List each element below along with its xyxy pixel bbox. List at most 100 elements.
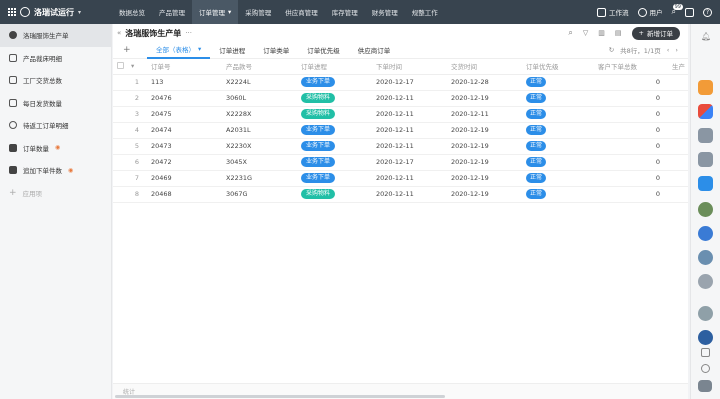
order-date-cell[interactable]: 2020-12-11: [372, 138, 447, 155]
table-row[interactable]: 7 20469 X2231G 业务下单 2020-12-11 2020-12-19 正常 0: [113, 170, 688, 187]
user-button[interactable]: 用户: [637, 7, 663, 17]
search-icon[interactable]: ⌕: [568, 28, 572, 38]
sidebar-item-daily-shipping[interactable]: 每日发货数量: [0, 92, 111, 115]
due-date-cell[interactable]: 2020-12-19: [447, 154, 522, 171]
priority-cell[interactable]: 正常: [522, 138, 594, 155]
order-date-cell[interactable]: 2020-12-11: [372, 186, 447, 203]
production-cell[interactable]: [668, 170, 688, 187]
order-date-cell[interactable]: 2020-12-11: [372, 90, 447, 107]
notification-icon[interactable]: [685, 7, 694, 17]
table-row[interactable]: 1 113 X2224L 业务下单 2020-12-17 2020-12-28 正常 0: [113, 74, 688, 91]
total-cell[interactable]: 0: [594, 138, 668, 155]
sidebar-item-production-order[interactable]: 洛瑞服饰生产单: [0, 24, 111, 47]
table-row[interactable]: 6 20472 3045X 业务下单 2020-12-17 2020-12-19 正常 0: [113, 154, 688, 171]
production-cell[interactable]: [668, 138, 688, 155]
due-date-cell[interactable]: 2020-12-11: [447, 106, 522, 123]
status-cell[interactable]: 采购物料: [297, 106, 372, 123]
sku-cell[interactable]: X2228X: [222, 106, 297, 123]
tab-supplier-orders[interactable]: 供应商订单: [349, 42, 400, 59]
row-select-cell[interactable]: [113, 90, 127, 107]
row-select-cell[interactable]: [113, 186, 127, 203]
table-row[interactable]: 8 20468 3067G 采购物料 2020-12-11 2020-12-19 正常 0: [113, 186, 688, 203]
tab-all-table[interactable]: 全部（表格） ▾: [147, 42, 211, 59]
order-number-cell[interactable]: 20474: [147, 122, 222, 139]
nav-item-finance[interactable]: 财务管理: [365, 0, 405, 24]
status-cell[interactable]: 业务下单: [297, 154, 372, 171]
row-select-cell[interactable]: [113, 138, 127, 155]
col-header-total[interactable]: 客户下单总数: [594, 59, 668, 75]
order-number-cell[interactable]: 20476: [147, 90, 222, 107]
total-cell[interactable]: 0: [594, 170, 668, 187]
total-cell[interactable]: 0: [594, 106, 668, 123]
order-date-cell[interactable]: 2020-12-17: [372, 154, 447, 171]
sidebar-item-add-app[interactable]: + 应用项: [0, 182, 111, 205]
bell-icon[interactable]: 🔔︎: [701, 32, 711, 41]
total-cell[interactable]: 0: [594, 186, 668, 203]
add-view-icon[interactable]: +: [123, 45, 147, 55]
production-cell[interactable]: [668, 122, 688, 139]
col-header-sku[interactable]: 产品款号: [222, 59, 297, 75]
status-cell[interactable]: 业务下单: [297, 122, 372, 139]
chat-toggle-icon[interactable]: [698, 380, 712, 392]
row-select-cell[interactable]: [113, 106, 127, 123]
status-cell[interactable]: 采购物料: [297, 186, 372, 203]
app-launcher-orange[interactable]: [698, 80, 713, 95]
avatar[interactable]: [698, 274, 713, 289]
avatar[interactable]: [698, 226, 713, 241]
order-date-cell[interactable]: 2020-12-11: [372, 106, 447, 123]
status-cell[interactable]: 业务下单: [297, 138, 372, 155]
row-select-cell[interactable]: [113, 170, 127, 187]
table-row[interactable]: 2 20476 3060L 采购物料 2020-12-11 2020-12-19 正常 0: [113, 90, 688, 107]
nav-item-orders[interactable]: 订单管理 ▾: [192, 0, 239, 24]
workspace-switcher[interactable]: 洛瑞试运行 ▾: [0, 7, 112, 18]
sku-cell[interactable]: 3060L: [222, 90, 297, 107]
tab-order-progress[interactable]: 订单进程: [210, 42, 254, 59]
app-launcher-bell[interactable]: [698, 152, 713, 167]
priority-cell[interactable]: 正常: [522, 154, 594, 171]
select-all-cell[interactable]: [113, 59, 127, 75]
due-date-cell[interactable]: 2020-12-19: [447, 90, 522, 107]
production-cell[interactable]: [668, 74, 688, 91]
app-launcher-briefcase[interactable]: [698, 128, 713, 143]
nav-item-purchasing[interactable]: 采购管理: [238, 0, 278, 24]
due-date-cell[interactable]: 2020-12-19: [447, 186, 522, 203]
order-date-cell[interactable]: 2020-12-17: [372, 74, 447, 91]
table-row[interactable]: 4 20474 A2031L 业务下单 2020-12-11 2020-12-19 正常 0: [113, 122, 688, 139]
order-number-cell[interactable]: 20468: [147, 186, 222, 203]
order-number-cell[interactable]: 113: [147, 74, 222, 91]
row-select-cell[interactable]: [113, 122, 127, 139]
app-launcher-multicolor[interactable]: [698, 104, 713, 119]
tab-order-priority[interactable]: 订单优先级: [298, 42, 349, 59]
order-number-cell[interactable]: 20469: [147, 170, 222, 187]
contacts-icon[interactable]: [701, 348, 710, 357]
nav-item-overview[interactable]: 数据总览: [112, 0, 152, 24]
refresh-icon[interactable]: ↻: [609, 46, 614, 54]
avatar[interactable]: [698, 250, 713, 265]
new-order-button[interactable]: + 新增订单: [631, 26, 680, 40]
due-date-cell[interactable]: 2020-12-19: [447, 170, 522, 187]
nav-item-products[interactable]: 产品管理: [152, 0, 192, 24]
prev-page-icon[interactable]: ‹: [667, 46, 670, 54]
col-header-order[interactable]: 订单号: [147, 59, 222, 75]
sidebar-item-factory-delivery[interactable]: 工厂交货总数: [0, 69, 111, 92]
order-date-cell[interactable]: 2020-12-11: [372, 122, 447, 139]
sidebar-item-additional-orders[interactable]: 追加下单件数 ◉: [0, 159, 111, 182]
priority-cell[interactable]: 正常: [522, 74, 594, 91]
status-cell[interactable]: 业务下单: [297, 170, 372, 187]
priority-cell[interactable]: 正常: [522, 106, 594, 123]
horizontal-scrollbar[interactable]: [113, 395, 688, 399]
chart-icon[interactable]: ▥: [598, 29, 605, 37]
col-header-production[interactable]: 生产: [668, 59, 688, 75]
next-page-icon[interactable]: ›: [675, 46, 678, 54]
table-row[interactable]: 5 20473 X2230X 业务下单 2020-12-11 2020-12-19 正常 0: [113, 138, 688, 155]
apps-grid-icon[interactable]: [8, 8, 16, 16]
tab-order-type[interactable]: 订单类单: [254, 42, 298, 59]
total-cell[interactable]: 0: [594, 154, 668, 171]
sku-cell[interactable]: X2231G: [222, 170, 297, 187]
sidebar-item-rework[interactable]: 待返工订单明细: [0, 114, 111, 137]
info-icon[interactable]: [701, 364, 710, 373]
due-date-cell[interactable]: 2020-12-28: [447, 74, 522, 91]
table-row[interactable]: 3 20475 X2228X 采购物料 2020-12-11 2020-12-11 正常 0: [113, 106, 688, 123]
col-header-status[interactable]: 订单进程: [297, 59, 372, 75]
sku-cell[interactable]: 3045X: [222, 154, 297, 171]
